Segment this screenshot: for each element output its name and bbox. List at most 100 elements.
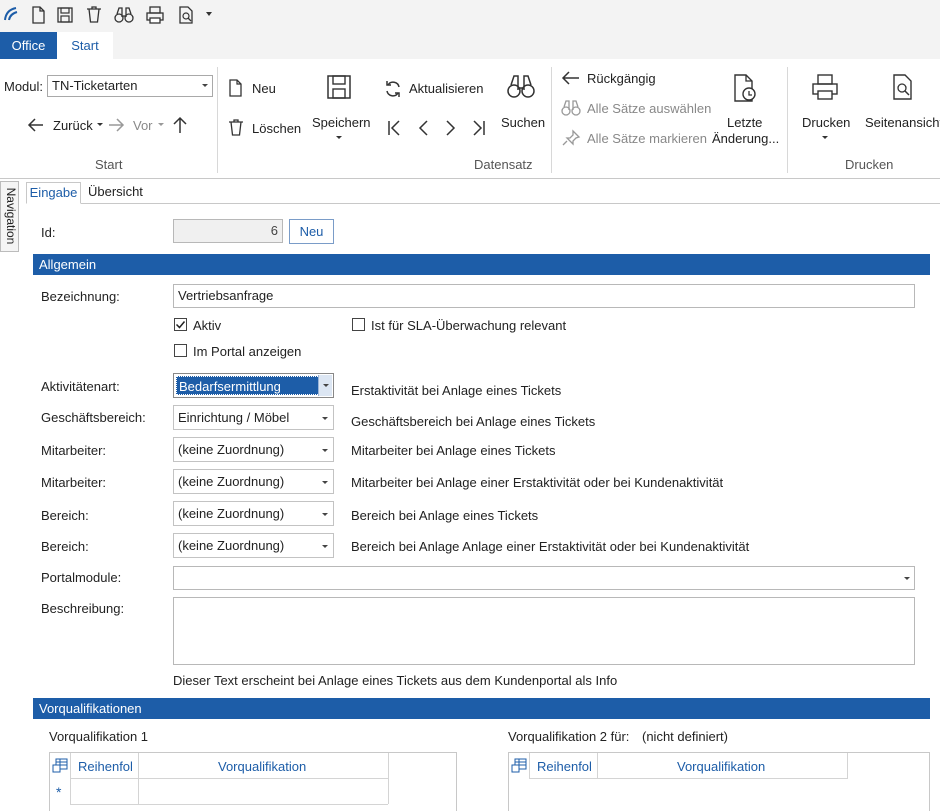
refresh-icon[interactable] [383,79,403,99]
column-header-reihenfolge[interactable]: Reihenfol [537,759,592,774]
vorqualifikation-1-grid[interactable]: Reihenfol Vorqualifikation * [49,752,457,811]
delete-record-button[interactable]: Löschen [252,121,301,136]
undo-icon[interactable] [561,69,581,87]
app-logo-icon[interactable] [2,5,22,25]
page-view-button[interactable]: Seitenansicht [865,115,940,130]
delete-icon[interactable] [84,5,104,25]
column-divider [70,753,71,804]
tab-eingabe[interactable]: Eingabe [26,182,81,204]
geschaeftsbereich-note: Geschäftsbereich bei Anlage eines Ticket… [351,414,596,429]
select-all-button[interactable]: Alle Sätze auswählen [587,101,711,116]
save-dropdown-icon[interactable] [336,136,342,139]
beschreibung-hint: Dieser Text erscheint bei Anlage eines T… [173,673,618,688]
group-separator [217,67,218,173]
mark-all-button[interactable]: Alle Sätze markieren [587,131,707,146]
column-header-reihenfolge[interactable]: Reihenfol [78,759,133,774]
sla-label: Ist für SLA-Überwachung relevant [371,318,567,333]
delete-record-icon[interactable] [227,119,245,137]
search-button[interactable]: Suchen [501,115,545,130]
mitarbeiter-erstaktivitaet-select[interactable]: (keine Zuordnung) [173,469,334,494]
customize-toolbar-icon[interactable] [206,12,212,16]
grid-options-icon[interactable] [511,758,527,774]
last-change-icon[interactable] [731,73,759,103]
portal-label: Im Portal anzeigen [193,344,302,359]
undo-button[interactable]: Rückgängig [587,71,656,86]
bereich-note: Bereich bei Anlage eines Tickets [351,508,539,523]
column-header-vorqualifikation[interactable]: Vorqualifikation [218,759,306,774]
vorqualifikation-2-value: (nicht definiert) [642,729,728,744]
previous-record-icon[interactable] [414,118,432,138]
select-all-icon[interactable] [561,99,581,117]
bereich-erstaktivitaet-label: Bereich: [41,539,89,554]
aktiv-checkbox[interactable] [174,318,187,331]
arrow-right-icon[interactable] [106,115,126,135]
navigation-tab[interactable]: Navigation [0,181,19,252]
portalmodule-select[interactable] [173,566,915,590]
modul-value: TN-Ticketarten [52,78,138,93]
next-record-icon[interactable] [442,118,460,138]
vorqualifikation-1-title: Vorqualifikation 1 [49,729,149,744]
modul-label: Modul: [4,79,44,94]
chevron-down-icon [322,449,328,452]
print-large-icon[interactable] [810,73,840,101]
navigation-label: Navigation [4,187,18,245]
vorqualifikation-2-grid[interactable]: Reihenfol Vorqualifikation [508,752,930,811]
search-binoculars-icon[interactable] [506,73,536,101]
column-header-vorqualifikation[interactable]: Vorqualifikation [677,759,765,774]
save-button[interactable]: Speichern [312,115,371,130]
quick-access-toolbar [0,0,940,32]
arrow-up-icon[interactable] [170,115,190,135]
bezeichnung-input[interactable]: Vertriebsanfrage [173,284,915,308]
new-record-icon[interactable] [227,79,245,97]
id-field: 6 [173,219,283,243]
portalmodule-label: Portalmodule: [41,570,122,585]
group-label-datensatz: Datensatz [474,157,533,172]
grid-options-icon[interactable] [52,758,68,774]
dropdown-button[interactable] [318,375,332,396]
new-record-button[interactable]: Neu [252,81,276,96]
beschreibung-label: Beschreibung: [41,601,125,616]
vorqualifikation-2-title: Vorqualifikation 2 für: [508,729,630,744]
mitarbeiter-value: (keine Zuordnung) [178,442,285,457]
first-record-icon[interactable] [385,118,403,138]
print-button[interactable]: Drucken [802,115,850,130]
save-icon[interactable] [55,5,75,25]
mitarbeiter-select[interactable]: (keine Zuordnung) [173,437,334,462]
modul-combo[interactable]: TN-Ticketarten [47,75,213,97]
bereich-erstaktivitaet-value: (keine Zuordnung) [178,538,285,553]
bereich-select[interactable]: (keine Zuordnung) [173,501,334,526]
beschreibung-textarea[interactable] [173,597,915,665]
forward-button[interactable]: Vor [133,118,153,133]
ribbon-tabs: Office Start [0,32,940,59]
pin-icon[interactable] [561,129,581,147]
save-large-icon[interactable] [325,73,353,101]
print-preview-icon[interactable] [176,5,196,25]
refresh-button[interactable]: Aktualisieren [409,81,483,96]
mitarbeiter-erstaktivitaet-value: (keine Zuordnung) [178,474,285,489]
tab-uebersicht[interactable]: Übersicht [88,182,143,204]
back-dropdown-icon[interactable] [97,123,103,126]
last-change-label-1[interactable]: Letzte [727,115,762,130]
portal-checkbox[interactable] [174,344,187,357]
sla-checkbox[interactable] [352,318,365,331]
new-document-icon[interactable] [28,5,48,25]
print-dropdown-icon[interactable] [822,136,828,139]
last-change-label-2[interactable]: Änderung... [712,131,779,146]
aktivitaetenart-select[interactable]: Bedarfsermittlung [173,373,334,398]
row-divider [529,778,847,779]
column-divider [529,753,530,779]
geschaeftsbereich-select[interactable]: Einrichtung / Möbel [173,405,334,430]
page-view-icon[interactable] [890,73,916,101]
new-id-button[interactable]: Neu [289,219,334,244]
bereich-erstaktivitaet-select[interactable]: (keine Zuordnung) [173,533,334,558]
forward-dropdown-icon[interactable] [158,123,164,126]
section-allgemein: Allgemein [33,254,930,275]
tab-office[interactable]: Office [0,32,57,59]
last-record-icon[interactable] [470,118,488,138]
tab-start[interactable]: Start [57,32,113,59]
binoculars-icon[interactable] [113,5,134,25]
group-label-drucken: Drucken [845,157,894,172]
arrow-left-icon[interactable] [26,115,46,135]
back-button[interactable]: Zurück [53,118,93,133]
print-icon[interactable] [145,5,165,25]
